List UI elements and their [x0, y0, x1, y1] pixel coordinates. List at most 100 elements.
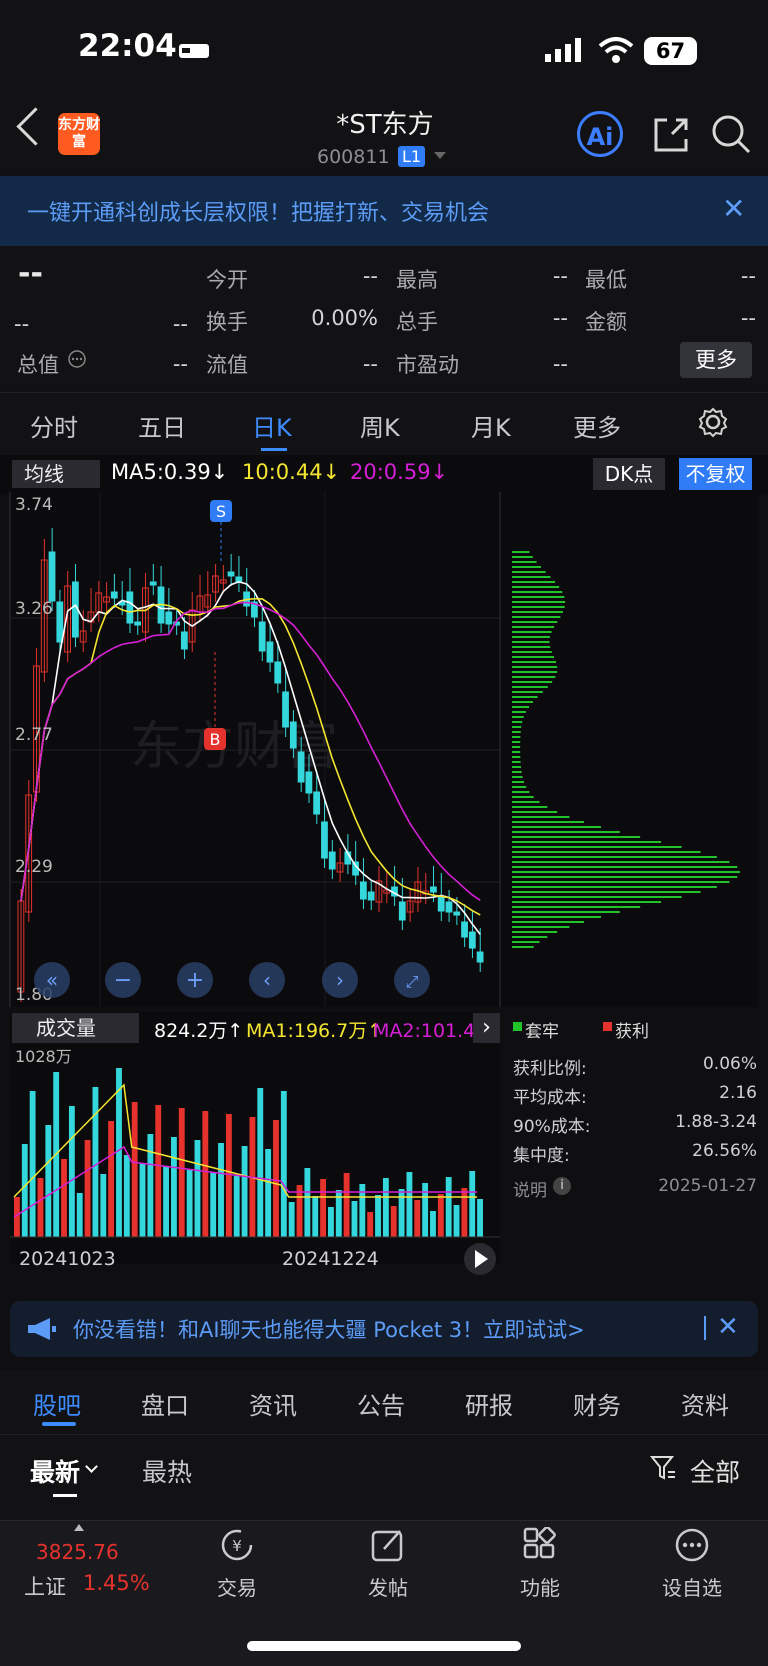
candle-body	[282, 691, 289, 728]
svg-text:›: ›	[336, 968, 344, 992]
tab-finance[interactable]: 财务	[573, 1386, 621, 1421]
ad-close-button[interactable]: ✕	[717, 1312, 739, 1342]
volume-hands-label: 总手	[396, 310, 438, 334]
search-icon[interactable]	[711, 114, 751, 154]
tab-profile[interactable]: 资料	[681, 1386, 729, 1421]
candle-body	[258, 621, 266, 652]
gear-icon[interactable]	[697, 406, 729, 438]
buy-marker[interactable]: B	[210, 730, 221, 749]
volume-bar	[225, 1114, 232, 1237]
volume-bar	[123, 1155, 130, 1237]
svg-text:«: «	[46, 968, 58, 992]
volume-bar	[241, 1146, 248, 1237]
total-value-label: 总值	[17, 353, 59, 377]
volume-value: 824.2万↑	[154, 1020, 244, 1042]
volume-bar	[453, 1205, 460, 1237]
candle-body	[149, 581, 157, 586]
profit-ratio-value: 0.06%	[702, 1054, 757, 1074]
volume-bar	[461, 1188, 468, 1237]
candle-body	[367, 891, 375, 901]
nav-post[interactable]: 发帖	[343, 1572, 433, 1601]
filter-all[interactable]: 全部	[690, 1453, 740, 1489]
volume-bar	[422, 1183, 429, 1237]
more-quote-button[interactable]: 更多	[680, 342, 752, 378]
index-name[interactable]: 上证	[24, 1571, 66, 1601]
note-date: 2025-01-27	[658, 1176, 757, 1196]
post-icon[interactable]	[370, 1527, 406, 1563]
index-value[interactable]: 3825.76	[36, 1540, 119, 1564]
tab-weekly-k[interactable]: 周K	[360, 408, 400, 443]
ma-selector[interactable]: 均线	[12, 460, 100, 488]
volume-bar	[233, 1175, 240, 1237]
sort-hot[interactable]: 最热	[142, 1453, 192, 1489]
concentration-label: 集中度:	[513, 1146, 570, 1166]
volume-hands-value: --	[552, 306, 568, 330]
nav-add-watchlist[interactable]: 设自选	[647, 1572, 737, 1601]
index-pct[interactable]: 1.45%	[83, 1571, 150, 1595]
chevron-right-icon[interactable]: ›	[473, 1013, 500, 1043]
tab-research[interactable]: 研报	[465, 1386, 513, 1421]
candle-body	[476, 951, 484, 963]
candle-body	[321, 821, 328, 859]
candle-body	[328, 851, 336, 870]
volume-bar	[320, 1179, 326, 1237]
price-tick-4: 2.29	[15, 857, 53, 877]
more-dots-icon[interactable]	[674, 1527, 710, 1563]
tab-monthly-k[interactable]: 月K	[471, 408, 511, 443]
filter-icon[interactable]	[650, 1454, 676, 1482]
volume-selector[interactable]: 成交量	[12, 1013, 139, 1043]
tab-pankou[interactable]: 盘口	[141, 1386, 189, 1421]
price-change: --	[14, 312, 30, 336]
info-icon[interactable]: i	[553, 1177, 571, 1195]
wifi-icon	[598, 37, 634, 63]
ai-button[interactable]: Ai	[577, 111, 623, 157]
candle-body	[126, 591, 134, 624]
tab-guba[interactable]: 股吧	[33, 1386, 81, 1421]
grid-icon[interactable]	[522, 1527, 558, 1563]
volume-bar	[312, 1196, 319, 1237]
dropdown-arrow-icon[interactable]	[434, 152, 446, 159]
info-dots-icon[interactable]	[67, 349, 87, 369]
dk-point-button[interactable]: DK点	[593, 458, 665, 490]
tab-five-day[interactable]: 五日	[138, 408, 186, 443]
float-value: --	[362, 352, 378, 376]
candle-body	[398, 901, 406, 921]
trapped-legend-swatch	[513, 1022, 522, 1031]
tab-daily-k[interactable]: 日K	[252, 408, 292, 443]
stock-code: 600811	[317, 146, 390, 168]
high-label: 最高	[396, 268, 438, 292]
tab-announcements[interactable]: 公告	[357, 1386, 405, 1421]
promo-banner-text[interactable]: 一键开通科创成长层权限！把握打新、交易机会	[27, 195, 489, 227]
tab-more[interactable]: 更多	[573, 408, 621, 443]
volume-bar	[139, 1163, 146, 1237]
volume-bar	[61, 1159, 67, 1237]
volume-bar	[382, 1178, 389, 1237]
ma20-value: 20:0.59↓	[350, 460, 449, 484]
sell-marker[interactable]: S	[216, 502, 226, 521]
tab-news[interactable]: 资讯	[249, 1386, 297, 1421]
note-label[interactable]: 说明	[513, 1176, 547, 1201]
volume-bar	[210, 1172, 217, 1237]
no-adjust-button[interactable]: 不复权	[679, 458, 752, 490]
ma10-value: 10:0.44↓	[242, 460, 341, 484]
volume-bar	[163, 1166, 169, 1237]
sort-latest[interactable]: 最新	[30, 1453, 80, 1489]
nav-trade[interactable]: 交易	[192, 1572, 282, 1601]
level-badge[interactable]: L1	[398, 146, 426, 167]
kline-chart[interactable]: 东方财富 3.74 3.26 2.77 2.29 1.80 S B « − + …	[0, 492, 768, 1292]
low-value: --	[740, 264, 756, 288]
ad-text[interactable]: 你没看错！和AI聊天也能得大疆 Pocket 3！立即试试>	[73, 1314, 585, 1344]
trade-icon[interactable]: ¥	[218, 1527, 256, 1563]
avg-cost-value: 2.16	[719, 1083, 757, 1103]
nav-functions[interactable]: 功能	[495, 1572, 585, 1601]
volume-bar	[37, 1178, 44, 1237]
candle-body	[180, 631, 188, 650]
share-icon[interactable]	[652, 116, 690, 154]
concentration-value: 26.56%	[692, 1141, 757, 1161]
banner-close-button[interactable]: ✕	[722, 192, 745, 225]
volume-bar	[218, 1143, 224, 1237]
svg-text:⤢: ⤢	[406, 972, 419, 991]
price-tick-3: 2.77	[15, 725, 53, 745]
profit-ratio-label: 获利比例:	[513, 1059, 587, 1079]
tab-intraday[interactable]: 分时	[30, 408, 78, 443]
